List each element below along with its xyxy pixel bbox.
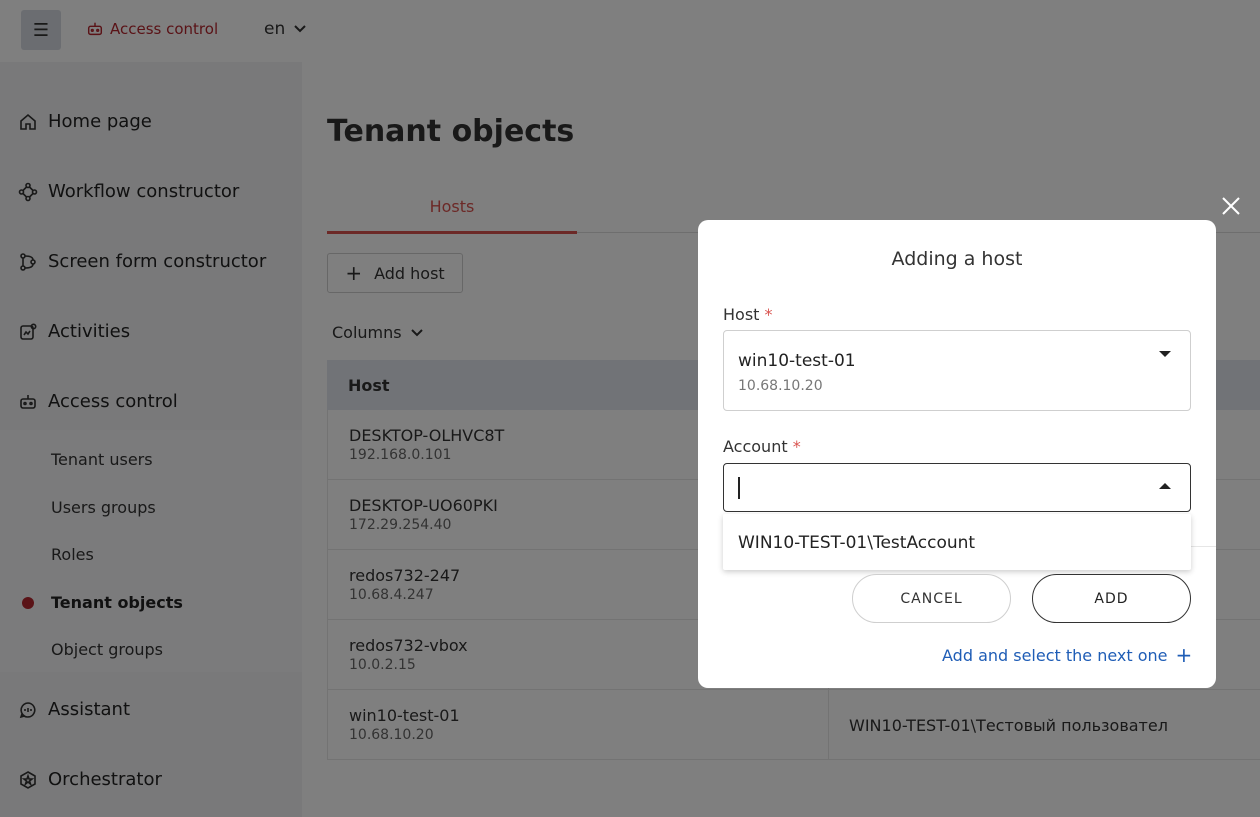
- host-select-value: win10-test-01: [738, 351, 856, 371]
- cancel-button[interactable]: CANCEL: [852, 574, 1011, 623]
- plus-icon: +: [1175, 643, 1193, 667]
- caret-up-icon: [1159, 483, 1171, 489]
- account-label-text: Account: [723, 437, 788, 456]
- add-host-dialog: Adding a host Host * win10-test-01 10.68…: [698, 220, 1216, 688]
- caret-down-icon: [1159, 351, 1171, 357]
- host-field-label: Host *: [723, 305, 773, 324]
- dialog-divider: [1191, 546, 1216, 547]
- account-field-label: Account *: [723, 437, 801, 456]
- close-icon: [1222, 197, 1240, 215]
- required-mark: *: [764, 305, 773, 324]
- add-and-next-label: Add and select the next one: [942, 645, 1168, 665]
- text-cursor: [738, 477, 740, 499]
- dialog-title: Adding a host: [891, 248, 1023, 270]
- host-select[interactable]: win10-test-01 10.68.10.20: [723, 330, 1191, 411]
- account-dropdown: WIN10-TEST-01\TestAccount: [723, 514, 1191, 570]
- add-label: ADD: [1094, 590, 1129, 607]
- host-label-text: Host: [723, 305, 760, 324]
- close-modal-button[interactable]: [1219, 194, 1243, 218]
- required-mark: *: [792, 437, 801, 456]
- add-button[interactable]: ADD: [1032, 574, 1191, 623]
- dropdown-option[interactable]: WIN10-TEST-01\TestAccount: [738, 533, 975, 553]
- add-and-next-link[interactable]: Add and select the next one +: [942, 643, 1192, 667]
- cancel-label: CANCEL: [900, 590, 963, 607]
- account-select[interactable]: [723, 463, 1191, 512]
- host-select-ip: 10.68.10.20: [738, 378, 823, 394]
